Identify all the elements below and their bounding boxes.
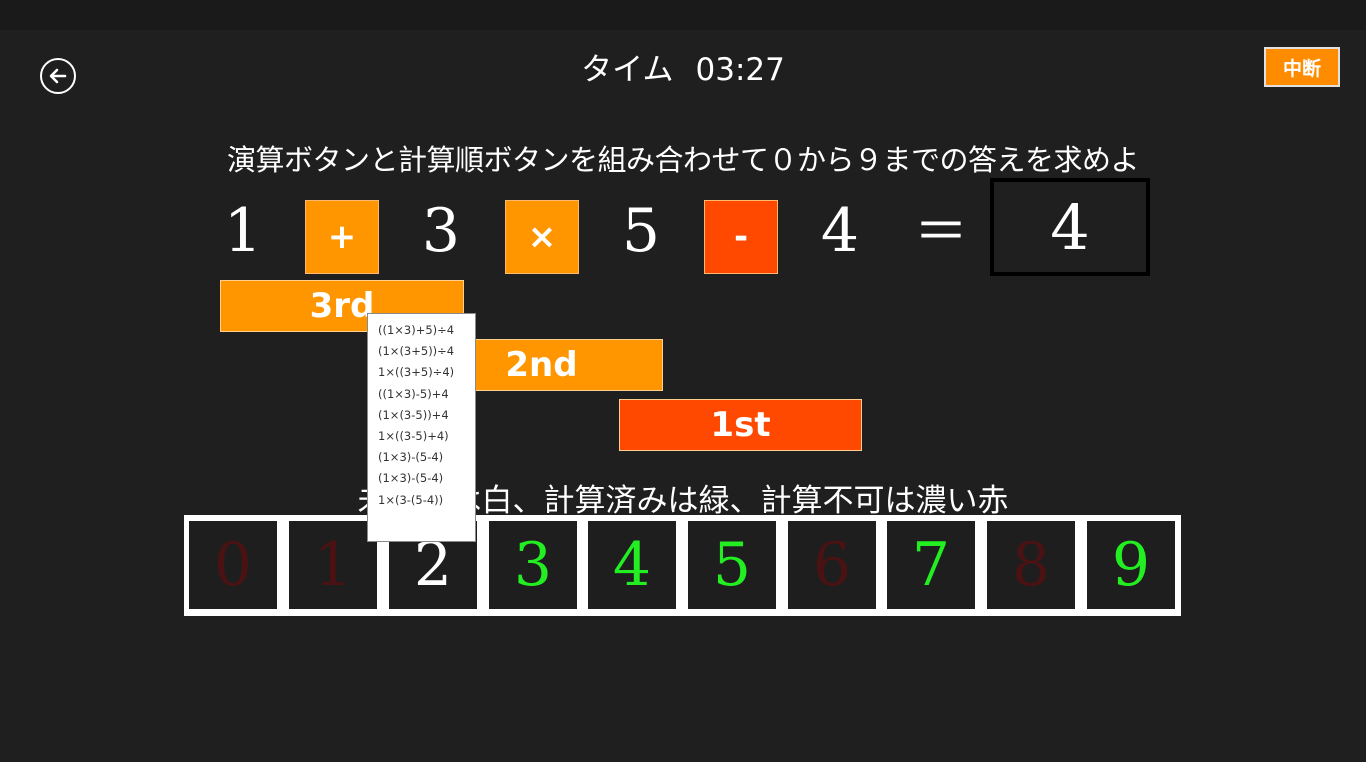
operator-button-1[interactable]: +	[305, 200, 379, 274]
digit-cell-4: 4	[588, 521, 676, 609]
legend-text: 未計算は白、計算済みは緑、計算不可は濃い赤	[357, 483, 1009, 519]
timer-label: タイム	[581, 52, 674, 88]
digit-cell-7: 7	[887, 521, 975, 609]
operand-4: 4	[820, 196, 860, 266]
operand-2: 3	[421, 196, 461, 266]
digit-cell-8: 8	[987, 521, 1075, 609]
top-strip	[0, 0, 1366, 30]
operand-1: 1	[223, 196, 263, 266]
answer-box: 4	[990, 178, 1150, 276]
operator-button-3[interactable]: -	[704, 200, 778, 274]
digit-cell-3: 3	[489, 521, 577, 609]
order-button-1st[interactable]: 1st	[619, 399, 862, 451]
tooltip-item: (1×3)-(5-4)	[378, 471, 444, 486]
timer: タイム 03:27	[0, 44, 1366, 89]
tooltip-item: 1×((3-5)+4)	[378, 429, 449, 444]
equals-sign: ＝	[914, 200, 968, 263]
digit-cell-9: 9	[1087, 521, 1175, 609]
suspend-button[interactable]: 中断	[1264, 47, 1340, 87]
digit-cell-1: 1	[289, 521, 377, 609]
operator-button-2[interactable]: ×	[505, 200, 579, 274]
digit-cell-6: 6	[788, 521, 876, 609]
tooltip-item: 1×(3-(5-4))	[378, 492, 444, 507]
expression-tooltip: ((1×3)+5)÷4 (1×(3+5))÷4 1×((3+5)÷4) ((1×…	[367, 313, 476, 542]
operand-3: 5	[621, 196, 661, 266]
timer-value: 03:27	[695, 52, 785, 88]
digit-cell-0: 0	[189, 521, 277, 609]
instruction-text: 演算ボタンと計算順ボタンを組み合わせて０から９までの答えを求めよ	[226, 143, 1140, 177]
digit-cell-5: 5	[688, 521, 776, 609]
digit-panel: 0 1 2 3 4 5 6 7 8 9	[184, 515, 1181, 616]
tooltip-item: 1×((3+5)÷4)	[378, 365, 455, 380]
tooltip-item: (1×(3-5))+4	[378, 407, 449, 422]
tooltip-item: ((1×3)-5)+4	[378, 386, 449, 401]
tooltip-item: (1×(3+5))÷4	[378, 344, 455, 359]
tooltip-item: (1×3)-(5-4)	[378, 450, 444, 465]
tooltip-item: ((1×3)+5)÷4	[378, 323, 455, 337]
